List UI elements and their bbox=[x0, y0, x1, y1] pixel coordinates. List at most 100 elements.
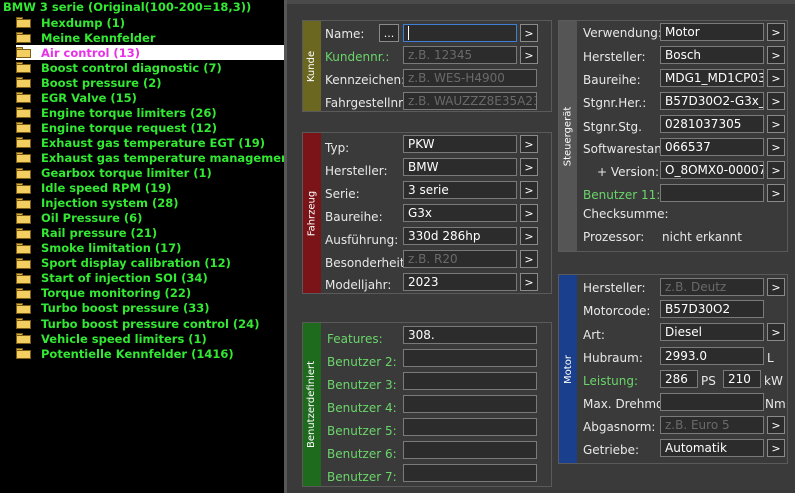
typ-arrow-button[interactable]: > bbox=[520, 135, 538, 153]
tree-item[interactable]: Meine Kennfelder bbox=[16, 30, 284, 45]
drehmom-field[interactable] bbox=[660, 393, 764, 411]
tree-item[interactable]: Engine torque limiters (26) bbox=[16, 105, 284, 120]
name-browse-button[interactable]: ... bbox=[379, 24, 399, 42]
kennzeichen-field[interactable]: z.B. WES-H4900 bbox=[403, 69, 537, 87]
sg-hersteller-arrow-button[interactable]: > bbox=[767, 46, 785, 64]
name-field[interactable] bbox=[403, 24, 517, 42]
kennzeichen-label: Kennzeichen: bbox=[325, 73, 406, 87]
leistung-ps-field[interactable]: 286 bbox=[660, 370, 698, 388]
benutzer-field[interactable] bbox=[403, 418, 537, 436]
verwendung-field[interactable]: Motor bbox=[660, 23, 764, 41]
benutzer11-arrow-button[interactable]: > bbox=[767, 184, 785, 202]
tree-item[interactable]: Hexdump (1) bbox=[16, 15, 284, 30]
tree-item[interactable]: EGR Valve (15) bbox=[16, 90, 284, 105]
modelljahr-arrow-button[interactable]: > bbox=[520, 273, 538, 291]
hubraum-field[interactable]: 2993.0 bbox=[660, 347, 764, 365]
sg-baureihe-arrow-button[interactable]: > bbox=[767, 69, 785, 87]
version-arrow-button[interactable]: > bbox=[767, 161, 785, 179]
tree-item[interactable]: Idle speed RPM (19) bbox=[16, 181, 284, 196]
benutzer-field[interactable] bbox=[403, 464, 537, 482]
version-field[interactable]: O_8OMX0-00007AF bbox=[660, 161, 764, 179]
folder-icon bbox=[16, 242, 31, 254]
kundennr-arrow-button[interactable]: > bbox=[520, 46, 538, 64]
folder-icon bbox=[16, 333, 31, 345]
tree-item[interactable]: Turbo boost pressure control (24) bbox=[16, 316, 284, 331]
getriebe-arrow-button[interactable]: > bbox=[767, 439, 785, 457]
softwarestand-field[interactable]: 066537 bbox=[660, 138, 764, 156]
tree-item[interactable]: Start of injection SOI (34) bbox=[16, 271, 284, 286]
fahrgestell-field[interactable]: z.B. WAUZZZ8E35A235 bbox=[403, 92, 537, 110]
tree-item-label: Boost control diagnostic (7) bbox=[41, 60, 222, 75]
ps-unit: PS bbox=[701, 374, 716, 388]
motorcode-field[interactable]: B57D30O2 bbox=[660, 300, 764, 318]
tree-item-label: Meine Kennfelder bbox=[41, 30, 156, 45]
tree-item[interactable]: Engine torque request (12) bbox=[16, 120, 284, 135]
stgnr-stg-arrow-button[interactable]: > bbox=[767, 115, 785, 133]
tree-item[interactable]: Exhaust gas temperature EGT (19) bbox=[16, 135, 284, 150]
tree-item[interactable]: Air control (13) bbox=[16, 45, 284, 61]
ausfuehrung-arrow-button[interactable]: > bbox=[520, 227, 538, 245]
baureihe-field[interactable]: G3x bbox=[403, 204, 517, 222]
benutzer-field[interactable] bbox=[403, 349, 537, 367]
stgnr-stg-field[interactable]: 0281037305 bbox=[660, 115, 764, 133]
modelljahr-field[interactable]: 2023 bbox=[403, 273, 517, 291]
folder-icon bbox=[16, 287, 31, 299]
features-field[interactable]: 308. bbox=[403, 326, 537, 344]
besonderheit-arrow-button[interactable]: > bbox=[520, 250, 538, 268]
fahrzeug-group-title: Fahrzeug bbox=[306, 190, 318, 236]
tree-item-label: Smoke limitation (17) bbox=[41, 241, 182, 256]
serie-arrow-button[interactable]: > bbox=[520, 181, 538, 199]
hersteller-arrow-button[interactable]: > bbox=[520, 158, 538, 176]
abgasnorm-arrow-button[interactable]: > bbox=[767, 416, 785, 434]
typ-field[interactable]: PKW bbox=[403, 135, 517, 153]
benutzer-field[interactable] bbox=[403, 441, 537, 459]
tree-item[interactable]: Injection system (28) bbox=[16, 196, 284, 211]
besonderheit-field[interactable]: z.B. R20 bbox=[403, 250, 517, 268]
tree-item[interactable]: Vehicle speed limiters (1) bbox=[16, 331, 284, 346]
softwarestand-arrow-button[interactable]: > bbox=[767, 138, 785, 156]
tree-item[interactable]: Turbo boost pressure (33) bbox=[16, 301, 284, 316]
name-arrow-button[interactable]: > bbox=[520, 24, 538, 42]
tree-item[interactable]: Boost pressure (2) bbox=[16, 75, 284, 90]
stgnr-her-field[interactable]: B57D30O2-G3x_B57 bbox=[660, 92, 764, 110]
sg-hersteller-field[interactable]: Bosch bbox=[660, 46, 764, 64]
map-tree[interactable]: BMW 3 serie (Original(100-200=18,3)) Hex… bbox=[0, 0, 284, 493]
serie-field[interactable]: 3 serie bbox=[403, 181, 517, 199]
tree-item[interactable]: Rail pressure (21) bbox=[16, 226, 284, 241]
benutzer11-field[interactable] bbox=[660, 184, 764, 202]
verwendung-arrow-button[interactable]: > bbox=[767, 23, 785, 41]
benutzer-label: Benutzer 6: bbox=[327, 447, 397, 461]
motor-hersteller-arrow-button[interactable]: > bbox=[767, 278, 785, 296]
features-label: Features: bbox=[327, 332, 383, 346]
hersteller-field[interactable]: BMW bbox=[403, 158, 517, 176]
motor-hersteller-field[interactable]: z.B. Deutz bbox=[660, 278, 764, 296]
tree-item[interactable]: Sport display calibration (12) bbox=[16, 256, 284, 271]
folder-icon bbox=[16, 92, 31, 104]
sg-baureihe-field[interactable]: MDG1_MD1CP032 bbox=[660, 69, 764, 87]
stgnr-her-arrow-button[interactable]: > bbox=[767, 92, 785, 110]
name-label: Name: bbox=[325, 27, 365, 41]
tree-item[interactable]: Smoke limitation (17) bbox=[16, 241, 284, 256]
tree-item[interactable]: Exhaust gas temperature management (2) bbox=[16, 150, 284, 165]
verwendung-label: Verwendung: bbox=[583, 26, 662, 40]
tree-item[interactable]: Potentielle Kennfelder (1416) bbox=[16, 346, 284, 361]
ausfuehrung-field[interactable]: 330d 286hp bbox=[403, 227, 517, 245]
abgasnorm-field[interactable]: z.B. Euro 5 bbox=[660, 416, 764, 434]
kunde-group-bar: Kunde bbox=[303, 21, 321, 111]
tree-item[interactable]: Boost control diagnostic (7) bbox=[16, 60, 284, 75]
tree-item[interactable]: Gearbox torque limiter (1) bbox=[16, 166, 284, 181]
leistung-kw-field[interactable]: 210 bbox=[723, 370, 761, 388]
kundennr-field[interactable]: z.B. 12345 bbox=[403, 46, 517, 64]
art-arrow-button[interactable]: > bbox=[767, 323, 785, 341]
tree-item[interactable]: Oil Pressure (6) bbox=[16, 211, 284, 226]
tree-item-label: Vehicle speed limiters (1) bbox=[41, 331, 207, 346]
getriebe-field[interactable]: Automatik bbox=[660, 439, 764, 457]
tree-item-label: Torque monitoring (22) bbox=[41, 286, 192, 301]
tree-item[interactable]: Torque monitoring (22) bbox=[16, 286, 284, 301]
tree-item-label: Hexdump (1) bbox=[41, 15, 125, 30]
baureihe-arrow-button[interactable]: > bbox=[520, 204, 538, 222]
art-field[interactable]: Diesel bbox=[660, 323, 764, 341]
benutzer-field[interactable] bbox=[403, 372, 537, 390]
benutzer-field[interactable] bbox=[403, 395, 537, 413]
tree-root[interactable]: BMW 3 serie (Original(100-200=18,3)) bbox=[3, 0, 251, 14]
